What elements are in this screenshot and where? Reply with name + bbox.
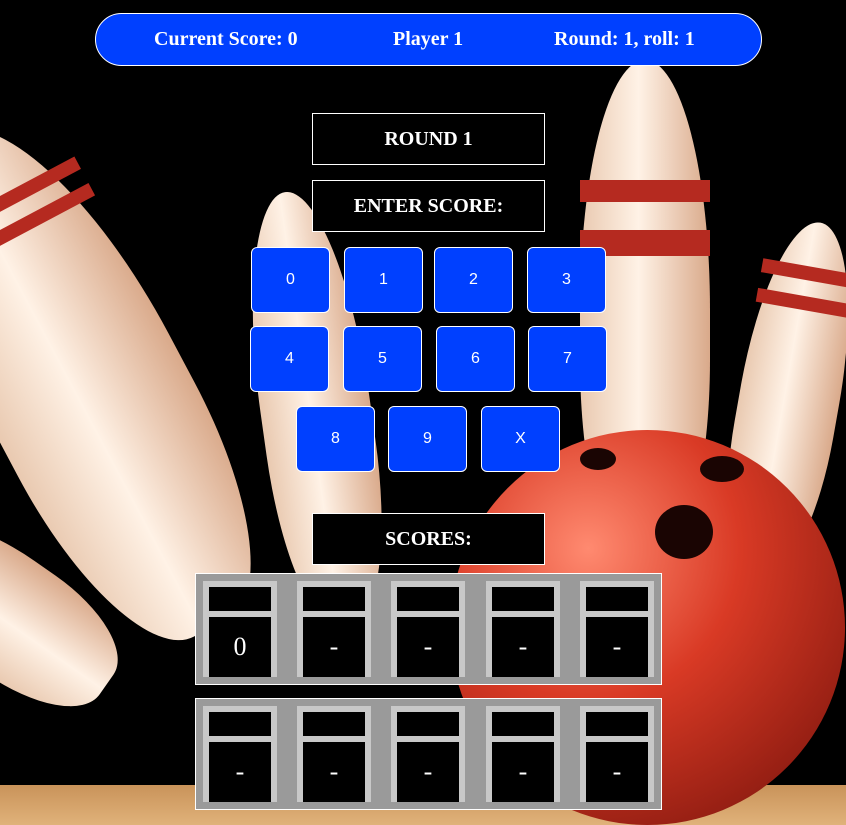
frame-4: -	[486, 581, 560, 677]
round-roll: Round: 1, roll: 1	[554, 28, 695, 50]
enter-score-label: ENTER SCORE:	[312, 180, 545, 232]
score-button-4[interactable]: 4	[250, 326, 329, 392]
frame-score: -	[492, 617, 554, 677]
frame-roll	[397, 712, 459, 736]
frame-2: -	[297, 581, 371, 677]
scoreboard-row-2: - - - - -	[195, 698, 662, 810]
score-button-2[interactable]: 2	[434, 247, 513, 313]
frame-score: -	[586, 617, 648, 677]
frame-roll	[586, 712, 648, 736]
frame-score: -	[586, 742, 648, 802]
score-button-3[interactable]: 3	[527, 247, 606, 313]
current-player: Player 1	[393, 28, 464, 50]
frame-roll	[209, 587, 271, 611]
frame-roll	[492, 712, 554, 736]
current-score: Current Score: 0	[154, 28, 298, 50]
frame-6: -	[203, 706, 277, 802]
frame-9: -	[486, 706, 560, 802]
score-button-1[interactable]: 1	[344, 247, 423, 313]
score-button-strike[interactable]: X	[481, 406, 560, 472]
score-button-6[interactable]: 6	[436, 326, 515, 392]
round-label: ROUND 1	[312, 113, 545, 165]
scoreboard-row-1: 0 - - - -	[195, 573, 662, 685]
score-button-5[interactable]: 5	[343, 326, 422, 392]
status-bar: Current Score: 0 Player 1 Round: 1, roll…	[95, 13, 762, 66]
frame-7: -	[297, 706, 371, 802]
frame-roll	[209, 712, 271, 736]
score-button-9[interactable]: 9	[388, 406, 467, 472]
score-button-0[interactable]: 0	[251, 247, 330, 313]
scores-label: SCORES:	[312, 513, 545, 565]
frame-10: -	[580, 706, 654, 802]
frame-roll	[492, 587, 554, 611]
frame-roll	[397, 587, 459, 611]
frame-1: 0	[203, 581, 277, 677]
frame-score: 0	[209, 617, 271, 677]
frame-score: -	[209, 742, 271, 802]
frame-roll	[303, 587, 365, 611]
score-button-8[interactable]: 8	[296, 406, 375, 472]
frame-score: -	[303, 742, 365, 802]
frame-8: -	[391, 706, 465, 802]
frame-score: -	[397, 617, 459, 677]
score-button-7[interactable]: 7	[528, 326, 607, 392]
frame-roll	[586, 587, 648, 611]
frame-3: -	[391, 581, 465, 677]
frame-score: -	[397, 742, 459, 802]
frame-roll	[303, 712, 365, 736]
frame-5: -	[580, 581, 654, 677]
frame-score: -	[303, 617, 365, 677]
frame-score: -	[492, 742, 554, 802]
